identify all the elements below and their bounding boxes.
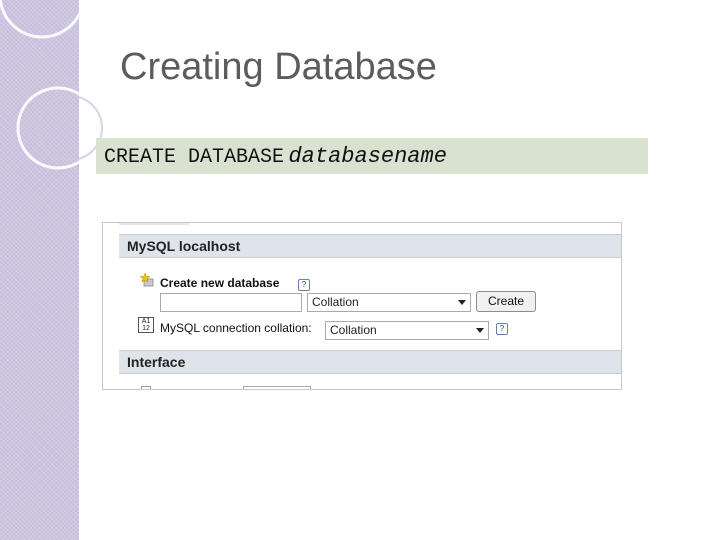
cropped-element (119, 223, 189, 225)
create-database-label: Create new database (160, 276, 280, 290)
interface-section-title: Interface (127, 354, 186, 370)
slide-title: Creating Database (120, 46, 437, 88)
connection-collation-value: Collation (330, 323, 377, 337)
help-icon[interactable]: ? (298, 279, 310, 291)
help-icon[interactable]: ? (496, 323, 508, 335)
connection-collation-label: MySQL connection collation: (160, 321, 312, 335)
phpmyadmin-screenshot: MySQL localhost Create new database ? Co… (102, 222, 622, 390)
server-section-title: MySQL localhost (127, 238, 241, 254)
cropped-field (243, 386, 311, 389)
database-name-input[interactable] (160, 293, 302, 312)
collation-select[interactable]: Collation (307, 293, 471, 312)
sql-argument: databasename (288, 144, 447, 169)
section-header-interface: Interface (119, 350, 621, 374)
decorative-circles (0, 0, 103, 170)
collation-select-value: Collation (312, 295, 359, 309)
sql-keyword: CREATE DATABASE (104, 146, 285, 169)
dropdown-arrow-icon (476, 328, 484, 333)
collation-az-icon: A1 12 (138, 317, 154, 333)
sql-code-box: CREATE DATABASE databasename (96, 138, 648, 174)
create-button[interactable]: Create (476, 291, 536, 312)
connection-collation-select[interactable]: Collation (325, 321, 489, 340)
new-database-icon (140, 273, 154, 287)
dropdown-arrow-icon (458, 300, 466, 305)
cropped-icon (141, 386, 151, 389)
section-header-server: MySQL localhost (119, 234, 621, 258)
